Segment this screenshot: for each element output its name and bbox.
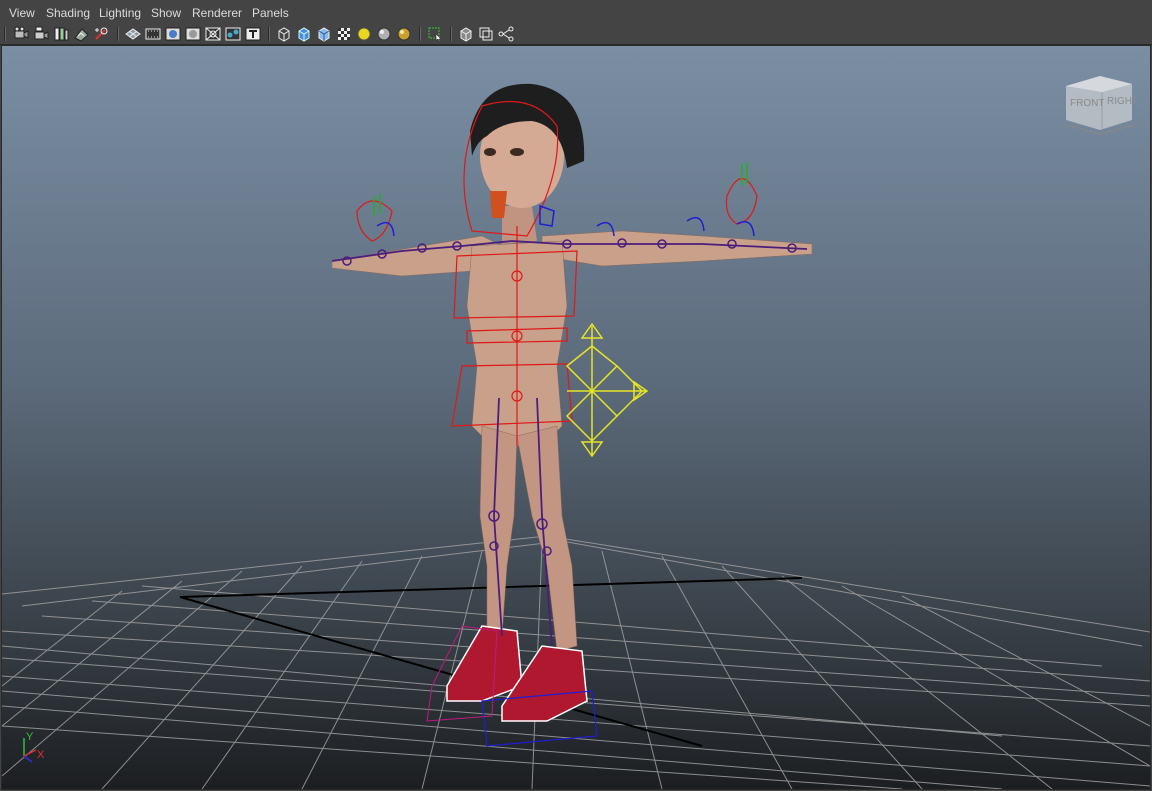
wireframe-icon[interactable] [276,26,292,42]
panel-menu-bar: View Shading Lighting Show Renderer Pane… [0,0,1152,24]
safe-action-icon[interactable] [225,26,241,42]
grid-toggle-icon[interactable] [125,26,141,42]
safe-title-icon[interactable] [245,26,261,42]
bookmarks-icon[interactable] [53,26,69,42]
xray-icon[interactable] [458,26,474,42]
select-camera-icon[interactable] [13,26,29,42]
toolbar-separator [419,27,421,41]
xray-active-components-icon[interactable] [478,26,494,42]
perspective-viewport[interactable]: FRONT RIGHT Y X [1,45,1151,790]
textured-icon[interactable] [336,26,352,42]
viewcube-right-label[interactable]: RIGHT [1107,96,1138,107]
screen-space-ao-icon[interactable] [396,26,412,42]
move-manipulator[interactable] [565,322,649,458]
menu-show[interactable]: Show [151,6,181,20]
panel-toolbar [0,24,1152,45]
menu-view[interactable]: View [9,6,35,20]
menu-panels[interactable]: Panels [252,6,289,20]
resolution-gate-icon[interactable] [165,26,181,42]
toolbar-separator [117,27,119,41]
image-plane-icon[interactable] [73,26,89,42]
viewport-scene: FRONT RIGHT Y X [2,76,1150,789]
toolbar-separator [268,27,270,41]
menu-lighting[interactable]: Lighting [99,6,141,20]
camera-attributes-icon[interactable] [33,26,49,42]
shadows-icon[interactable] [376,26,392,42]
menu-shading[interactable]: Shading [46,6,90,20]
gate-mask-icon[interactable] [185,26,201,42]
smooth-shade-icon[interactable] [296,26,312,42]
flat-shade-icon[interactable] [316,26,332,42]
isolate-select-icon[interactable] [427,26,443,42]
film-gate-icon[interactable] [145,26,161,42]
toolbar-separator [4,27,6,41]
toolbar-separator [450,27,452,41]
axis-x-label: X [37,749,45,761]
use-all-lights-icon[interactable] [356,26,372,42]
field-chart-icon[interactable] [205,26,221,42]
two-d-pan-zoom-icon[interactable] [93,26,109,42]
viewcube-front-label[interactable]: FRONT [1070,98,1104,109]
xray-joints-icon[interactable] [498,26,514,42]
axis-y-label: Y [26,731,34,743]
viewcube[interactable]: FRONT RIGHT [1061,76,1139,136]
menu-renderer[interactable]: Renderer [192,6,242,20]
axis-indicator: Y X [23,731,45,763]
